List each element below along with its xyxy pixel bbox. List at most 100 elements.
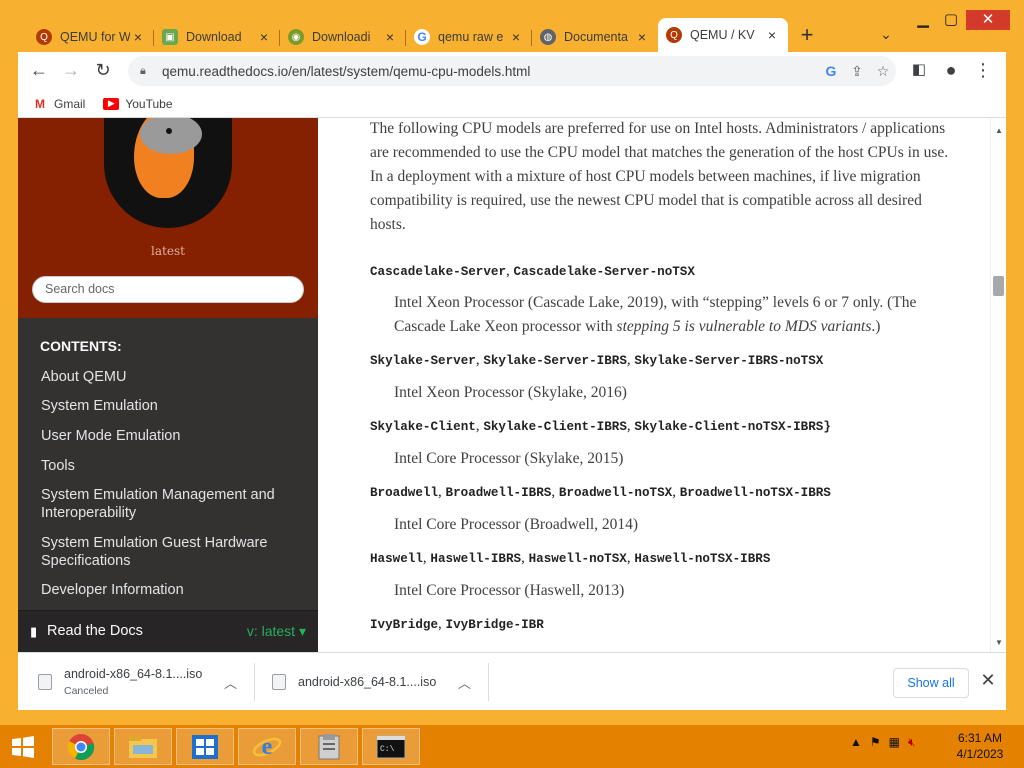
gmail-icon: M [32, 97, 48, 111]
taskbar-clock[interactable]: 6:31 AM 4/1/2023 [950, 730, 1010, 762]
tab-title: Downloadi [312, 30, 371, 44]
minimize-button[interactable]: ▁ [910, 10, 936, 30]
bookmark-gmail[interactable]: M Gmail [32, 97, 85, 111]
bookmark-star-icon[interactable]: ☆ [870, 63, 896, 80]
rtd-label: Read the Docs [47, 623, 143, 639]
contents-heading: CONTENTS: [40, 338, 122, 354]
google-lens-icon[interactable]: G [818, 63, 844, 79]
internet-explorer-taskbar-icon[interactable]: e [238, 728, 296, 765]
address-bar[interactable]: 🔒︎ qemu.readthedocs.io/en/latest/system/… [128, 56, 896, 86]
windows-store-taskbar-icon[interactable] [176, 728, 234, 765]
close-icon[interactable]: × [634, 29, 650, 45]
maximize-button[interactable]: ▢ [938, 10, 964, 30]
chrome-taskbar-icon[interactable] [52, 728, 110, 765]
tab-qemu-windows[interactable]: Q QEMU for W × [28, 22, 154, 52]
menu-icon[interactable]: ⋮ [970, 59, 996, 83]
close-icon[interactable]: × [130, 29, 146, 45]
scrollbar-thumb[interactable] [993, 276, 1004, 296]
youtube-icon: ▶ [103, 97, 120, 110]
app-taskbar-icon[interactable] [300, 728, 358, 765]
google-icon: G [414, 29, 430, 45]
tab-title: Documenta [564, 30, 628, 44]
download-bar: android-x86_64-8.1....iso Canceled ︿ and… [18, 652, 1006, 710]
start-button[interactable] [0, 728, 46, 765]
search-docs-input[interactable]: Search docs [32, 276, 304, 303]
doc-content: The following CPU models are preferred f… [318, 118, 990, 652]
qemu-logo[interactable] [104, 118, 232, 228]
show-all-downloads-button[interactable]: Show all [893, 668, 969, 698]
download-status: Canceled [64, 685, 109, 697]
qemu-icon: Q [666, 27, 682, 43]
window-close-button[interactable]: ✕ [966, 10, 1010, 30]
close-download-bar-icon[interactable]: ✕ [978, 670, 998, 694]
close-icon[interactable]: × [256, 29, 272, 45]
nav-developer-information[interactable]: Developer Information [41, 581, 301, 599]
volume-muted-icon[interactable]: 🔇︎ [908, 735, 916, 750]
tab-title: QEMU / KV [690, 28, 755, 42]
tab-google-search[interactable]: G qemu raw e × [406, 22, 532, 52]
sidebar-header: latest Search docs [18, 118, 318, 318]
cpu-model-names: IvyBridge, IvyBridge-IBR [370, 616, 544, 632]
bookmarks-bar: M Gmail ▶ YouTube [18, 90, 1006, 118]
windows-taskbar: e C:\ ▲ ⚑ ▦ 🔇︎ 6:31 AM 4/1/2023 [0, 725, 1024, 768]
file-explorer-taskbar-icon[interactable] [114, 728, 172, 765]
nav-guest-hardware-specs[interactable]: System Emulation Guest Hardware Specific… [41, 534, 301, 570]
tab-search-button[interactable]: ⌄ [876, 26, 896, 46]
back-button[interactable]: ← [26, 59, 52, 83]
read-the-docs-bar[interactable]: ▮ Read the Docs v: latest ▾ [18, 610, 318, 652]
scroll-down-arrow[interactable]: ▼ [995, 638, 1003, 647]
tab-documentation[interactable]: ◍ Documenta × [532, 22, 658, 52]
nav-system-emulation[interactable]: System Emulation [41, 397, 301, 415]
nav-about-qemu[interactable]: About QEMU [41, 368, 301, 386]
tab-title: Download [186, 30, 242, 44]
file-icon [272, 674, 286, 690]
lock-icon: 🔒︎ [140, 64, 146, 77]
tab-download[interactable]: ▣ Download × [154, 22, 280, 52]
show-hidden-icons-icon[interactable]: ▲ [850, 735, 862, 750]
svg-text:e: e [262, 734, 273, 760]
tab-title: QEMU for W [60, 30, 130, 44]
bookmark-youtube[interactable]: ▶ YouTube [103, 97, 173, 111]
clock-date: 4/1/2023 [956, 747, 1004, 761]
svg-text:C:\: C:\ [380, 745, 395, 754]
side-panel-icon[interactable]: ◧ [906, 59, 932, 83]
action-center-flag-icon[interactable]: ⚑ [870, 735, 881, 750]
cpu-model-names: Haswell, Haswell-IBRS, Haswell-noTSX, Ha… [370, 550, 771, 566]
command-prompt-taskbar-icon[interactable]: C:\ [362, 728, 420, 765]
tab-downloading[interactable]: ◉ Downloadi × [280, 22, 406, 52]
nav-management-interoperability[interactable]: System Emulation Management and Interope… [41, 486, 301, 522]
new-tab-button[interactable]: + [794, 24, 820, 48]
nav-tools[interactable]: Tools [41, 457, 301, 475]
share-icon[interactable]: ⇪ [844, 63, 870, 80]
cpu-model-description: Intel Core Processor (Skylake, 2015) [394, 450, 624, 467]
globe-icon: ◍ [540, 29, 556, 45]
tab-qemu-kvm[interactable]: Q QEMU / KV × [658, 18, 788, 52]
close-icon[interactable]: × [382, 29, 398, 45]
nav-user-mode-emulation[interactable]: User Mode Emulation [41, 427, 301, 445]
download-item[interactable]: android-x86_64-8.1....iso Canceled ︿ [38, 661, 248, 703]
tab-title: qemu raw e [438, 30, 504, 44]
url-text[interactable]: qemu.readthedocs.io/en/latest/system/qem… [162, 64, 818, 79]
scroll-up-arrow[interactable]: ▲ [995, 126, 1003, 135]
close-icon[interactable]: × [764, 27, 780, 43]
cpu-model-description: Intel Xeon Processor (Skylake, 2016) [394, 384, 627, 401]
browser-toolbar: ← → ↻ 🔒︎ qemu.readthedocs.io/en/latest/s… [18, 52, 1006, 90]
download-filename: android-x86_64-8.1....iso [298, 675, 437, 689]
network-icon[interactable]: ▦ [889, 735, 900, 750]
android-icon: ▣ [162, 29, 178, 45]
cpu-model-names: Skylake-Server, Skylake-Server-IBRS, Sky… [370, 352, 824, 368]
intro-paragraph: The following CPU models are preferred f… [370, 120, 949, 233]
reload-button[interactable]: ↻ [90, 59, 116, 83]
profile-icon[interactable]: ● [938, 59, 964, 83]
download-item[interactable]: android-x86_64-8.1....iso ︿ [272, 661, 482, 703]
chevron-up-icon[interactable]: ︿ [224, 673, 237, 692]
forward-button[interactable]: → [58, 59, 84, 83]
chevron-up-icon[interactable]: ︿ [458, 673, 471, 692]
cpu-model-names: Broadwell, Broadwell-IBRS, Broadwell-noT… [370, 484, 831, 500]
close-icon[interactable]: × [508, 29, 524, 45]
rtd-version-dropdown[interactable]: v: latest ▾ [247, 623, 306, 640]
cpu-model-description: Intel Xeon Processor (Cascade Lake, 2019… [394, 294, 917, 335]
file-icon [38, 674, 52, 690]
page-scrollbar[interactable]: ▲ ▼ [990, 118, 1006, 652]
tab-strip: Q QEMU for W × ▣ Download × ◉ Downloadi … [18, 18, 1006, 52]
